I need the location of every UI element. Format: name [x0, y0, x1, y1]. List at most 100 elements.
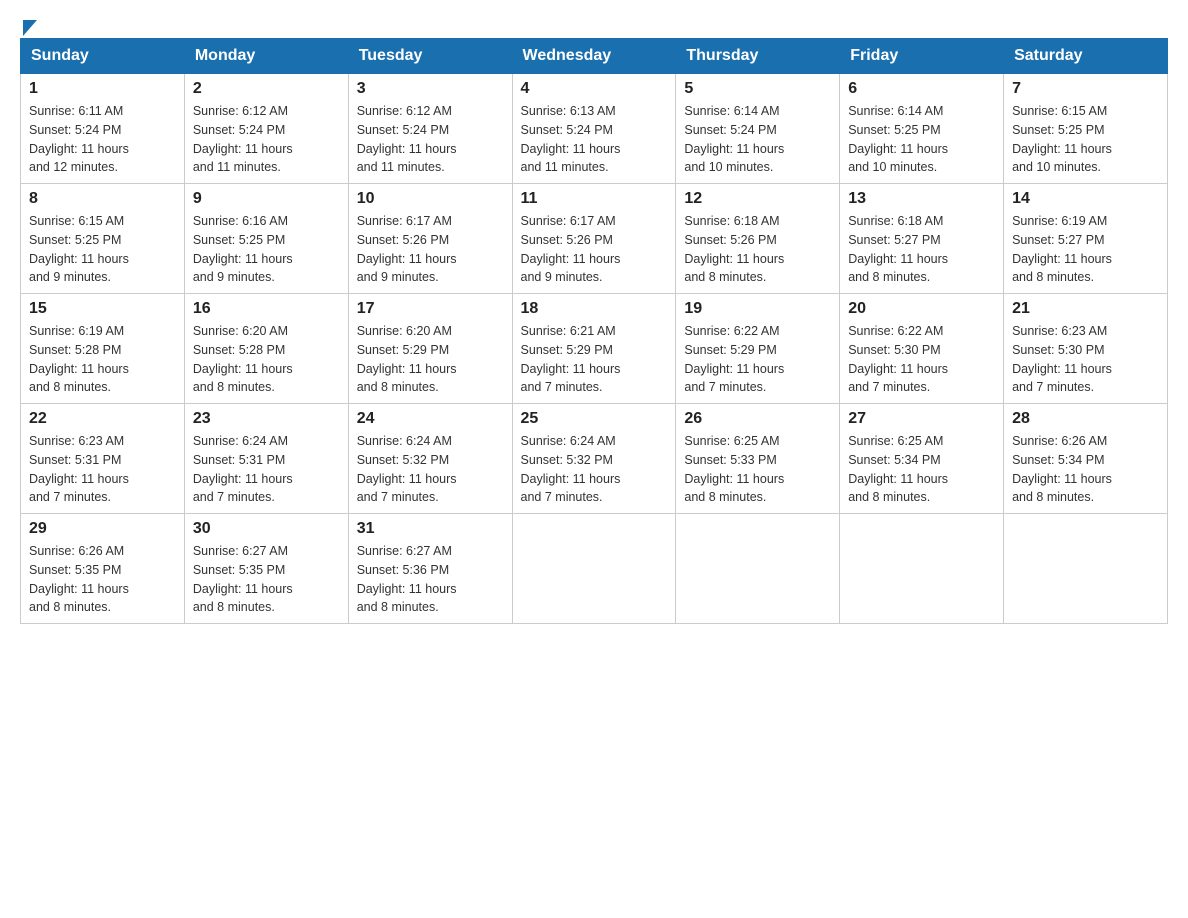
header-row: SundayMondayTuesdayWednesdayThursdayFrid… [21, 39, 1168, 74]
day-number: 14 [1012, 190, 1159, 208]
day-number: 25 [521, 410, 668, 428]
day-cell: 4 Sunrise: 6:13 AM Sunset: 5:24 PM Dayli… [512, 74, 676, 184]
day-number: 15 [29, 300, 176, 318]
day-number: 23 [193, 410, 340, 428]
day-cell: 26 Sunrise: 6:25 AM Sunset: 5:33 PM Dayl… [676, 404, 840, 514]
day-number: 31 [357, 520, 504, 538]
day-info: Sunrise: 6:18 AM Sunset: 5:27 PM Dayligh… [848, 212, 995, 287]
day-number: 19 [684, 300, 831, 318]
day-info: Sunrise: 6:14 AM Sunset: 5:25 PM Dayligh… [848, 102, 995, 177]
day-number: 5 [684, 80, 831, 98]
week-row-2: 8 Sunrise: 6:15 AM Sunset: 5:25 PM Dayli… [21, 184, 1168, 294]
day-info: Sunrise: 6:17 AM Sunset: 5:26 PM Dayligh… [357, 212, 504, 287]
day-cell: 19 Sunrise: 6:22 AM Sunset: 5:29 PM Dayl… [676, 294, 840, 404]
day-number: 6 [848, 80, 995, 98]
day-header-saturday: Saturday [1004, 39, 1168, 74]
day-info: Sunrise: 6:22 AM Sunset: 5:30 PM Dayligh… [848, 322, 995, 397]
day-cell: 7 Sunrise: 6:15 AM Sunset: 5:25 PM Dayli… [1004, 74, 1168, 184]
day-cell: 11 Sunrise: 6:17 AM Sunset: 5:26 PM Dayl… [512, 184, 676, 294]
day-number: 8 [29, 190, 176, 208]
day-cell: 1 Sunrise: 6:11 AM Sunset: 5:24 PM Dayli… [21, 74, 185, 184]
day-number: 4 [521, 80, 668, 98]
day-info: Sunrise: 6:17 AM Sunset: 5:26 PM Dayligh… [521, 212, 668, 287]
day-cell: 16 Sunrise: 6:20 AM Sunset: 5:28 PM Dayl… [184, 294, 348, 404]
day-cell: 23 Sunrise: 6:24 AM Sunset: 5:31 PM Dayl… [184, 404, 348, 514]
day-info: Sunrise: 6:27 AM Sunset: 5:35 PM Dayligh… [193, 542, 340, 617]
day-info: Sunrise: 6:23 AM Sunset: 5:30 PM Dayligh… [1012, 322, 1159, 397]
day-info: Sunrise: 6:24 AM Sunset: 5:31 PM Dayligh… [193, 432, 340, 507]
day-number: 7 [1012, 80, 1159, 98]
day-info: Sunrise: 6:18 AM Sunset: 5:26 PM Dayligh… [684, 212, 831, 287]
day-info: Sunrise: 6:26 AM Sunset: 5:34 PM Dayligh… [1012, 432, 1159, 507]
day-cell: 30 Sunrise: 6:27 AM Sunset: 5:35 PM Dayl… [184, 514, 348, 624]
day-header-thursday: Thursday [676, 39, 840, 74]
day-cell: 31 Sunrise: 6:27 AM Sunset: 5:36 PM Dayl… [348, 514, 512, 624]
day-info: Sunrise: 6:20 AM Sunset: 5:29 PM Dayligh… [357, 322, 504, 397]
day-cell: 20 Sunrise: 6:22 AM Sunset: 5:30 PM Dayl… [840, 294, 1004, 404]
day-header-wednesday: Wednesday [512, 39, 676, 74]
day-cell: 22 Sunrise: 6:23 AM Sunset: 5:31 PM Dayl… [21, 404, 185, 514]
day-number: 16 [193, 300, 340, 318]
day-cell: 12 Sunrise: 6:18 AM Sunset: 5:26 PM Dayl… [676, 184, 840, 294]
day-number: 17 [357, 300, 504, 318]
day-info: Sunrise: 6:24 AM Sunset: 5:32 PM Dayligh… [357, 432, 504, 507]
day-cell: 2 Sunrise: 6:12 AM Sunset: 5:24 PM Dayli… [184, 74, 348, 184]
day-info: Sunrise: 6:12 AM Sunset: 5:24 PM Dayligh… [193, 102, 340, 177]
day-cell [512, 514, 676, 624]
day-number: 13 [848, 190, 995, 208]
day-cell: 6 Sunrise: 6:14 AM Sunset: 5:25 PM Dayli… [840, 74, 1004, 184]
day-number: 28 [1012, 410, 1159, 428]
logo-triangle-icon [23, 20, 37, 36]
day-info: Sunrise: 6:15 AM Sunset: 5:25 PM Dayligh… [1012, 102, 1159, 177]
day-number: 10 [357, 190, 504, 208]
day-cell: 14 Sunrise: 6:19 AM Sunset: 5:27 PM Dayl… [1004, 184, 1168, 294]
day-cell: 18 Sunrise: 6:21 AM Sunset: 5:29 PM Dayl… [512, 294, 676, 404]
day-number: 11 [521, 190, 668, 208]
day-number: 22 [29, 410, 176, 428]
day-info: Sunrise: 6:20 AM Sunset: 5:28 PM Dayligh… [193, 322, 340, 397]
day-info: Sunrise: 6:21 AM Sunset: 5:29 PM Dayligh… [521, 322, 668, 397]
day-cell [676, 514, 840, 624]
day-cell: 24 Sunrise: 6:24 AM Sunset: 5:32 PM Dayl… [348, 404, 512, 514]
day-number: 3 [357, 80, 504, 98]
day-number: 2 [193, 80, 340, 98]
day-cell: 21 Sunrise: 6:23 AM Sunset: 5:30 PM Dayl… [1004, 294, 1168, 404]
day-cell: 27 Sunrise: 6:25 AM Sunset: 5:34 PM Dayl… [840, 404, 1004, 514]
day-number: 29 [29, 520, 176, 538]
day-header-friday: Friday [840, 39, 1004, 74]
day-cell: 29 Sunrise: 6:26 AM Sunset: 5:35 PM Dayl… [21, 514, 185, 624]
page-header [20, 20, 1168, 28]
day-number: 18 [521, 300, 668, 318]
day-cell: 8 Sunrise: 6:15 AM Sunset: 5:25 PM Dayli… [21, 184, 185, 294]
day-info: Sunrise: 6:22 AM Sunset: 5:29 PM Dayligh… [684, 322, 831, 397]
day-number: 27 [848, 410, 995, 428]
day-cell: 28 Sunrise: 6:26 AM Sunset: 5:34 PM Dayl… [1004, 404, 1168, 514]
day-number: 20 [848, 300, 995, 318]
day-info: Sunrise: 6:26 AM Sunset: 5:35 PM Dayligh… [29, 542, 176, 617]
calendar-table: SundayMondayTuesdayWednesdayThursdayFrid… [20, 38, 1168, 624]
day-number: 26 [684, 410, 831, 428]
day-cell: 17 Sunrise: 6:20 AM Sunset: 5:29 PM Dayl… [348, 294, 512, 404]
day-header-tuesday: Tuesday [348, 39, 512, 74]
day-cell: 15 Sunrise: 6:19 AM Sunset: 5:28 PM Dayl… [21, 294, 185, 404]
day-number: 30 [193, 520, 340, 538]
logo [20, 20, 37, 28]
day-number: 21 [1012, 300, 1159, 318]
day-info: Sunrise: 6:24 AM Sunset: 5:32 PM Dayligh… [521, 432, 668, 507]
day-info: Sunrise: 6:19 AM Sunset: 5:27 PM Dayligh… [1012, 212, 1159, 287]
day-number: 9 [193, 190, 340, 208]
day-number: 12 [684, 190, 831, 208]
week-row-3: 15 Sunrise: 6:19 AM Sunset: 5:28 PM Dayl… [21, 294, 1168, 404]
day-header-monday: Monday [184, 39, 348, 74]
week-row-5: 29 Sunrise: 6:26 AM Sunset: 5:35 PM Dayl… [21, 514, 1168, 624]
day-info: Sunrise: 6:25 AM Sunset: 5:34 PM Dayligh… [848, 432, 995, 507]
day-cell [1004, 514, 1168, 624]
day-cell: 5 Sunrise: 6:14 AM Sunset: 5:24 PM Dayli… [676, 74, 840, 184]
week-row-4: 22 Sunrise: 6:23 AM Sunset: 5:31 PM Dayl… [21, 404, 1168, 514]
day-cell: 10 Sunrise: 6:17 AM Sunset: 5:26 PM Dayl… [348, 184, 512, 294]
day-info: Sunrise: 6:16 AM Sunset: 5:25 PM Dayligh… [193, 212, 340, 287]
day-info: Sunrise: 6:13 AM Sunset: 5:24 PM Dayligh… [521, 102, 668, 177]
day-info: Sunrise: 6:12 AM Sunset: 5:24 PM Dayligh… [357, 102, 504, 177]
day-cell: 25 Sunrise: 6:24 AM Sunset: 5:32 PM Dayl… [512, 404, 676, 514]
day-info: Sunrise: 6:14 AM Sunset: 5:24 PM Dayligh… [684, 102, 831, 177]
